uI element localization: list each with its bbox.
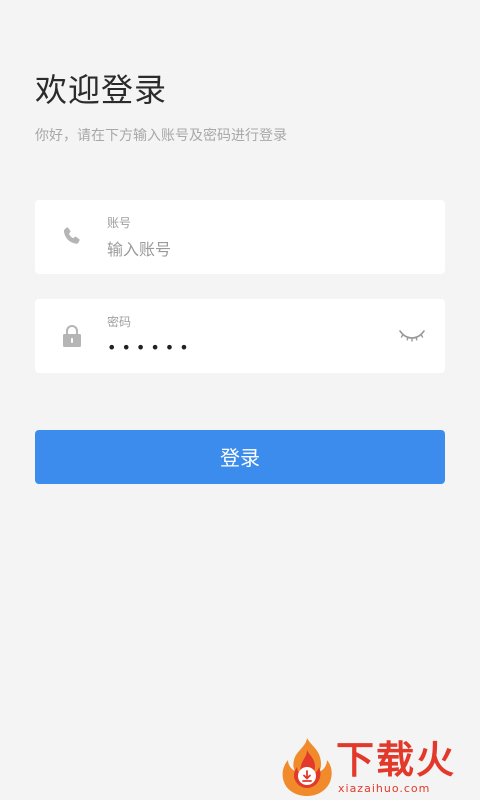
page-title: 欢迎登录 <box>35 71 168 109</box>
account-input[interactable] <box>107 236 397 262</box>
watermark-url: xiazaihuo.com <box>338 782 431 795</box>
login-button[interactable]: 登录 <box>35 430 445 484</box>
watermark-text: 下载火 <box>336 738 457 782</box>
password-input[interactable]: •••••• <box>107 337 194 359</box>
password-field-card[interactable]: 密码 •••••• <box>35 299 445 373</box>
account-field-card[interactable]: 账号 <box>35 200 445 274</box>
watermark: 下载火 xiazaihuo.com <box>280 736 480 800</box>
flame-logo-icon <box>280 736 334 796</box>
page-subtitle: 你好，请在下方输入账号及密码进行登录 <box>35 128 287 144</box>
eye-closed-icon[interactable] <box>397 326 427 344</box>
lock-icon <box>59 323 85 349</box>
phone-icon <box>59 224 85 250</box>
account-label: 账号 <box>107 216 132 230</box>
password-label: 密码 <box>107 315 132 329</box>
